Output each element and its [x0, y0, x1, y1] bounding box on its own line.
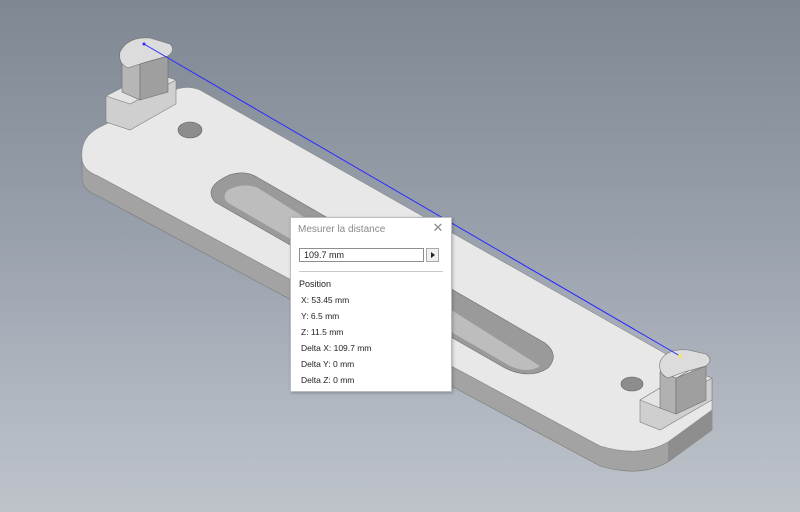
position-x: X: 53.45 mm: [301, 295, 350, 305]
part-clip-left-hook-front: [139, 55, 169, 101]
dialog-titlebar[interactable]: Mesurer la distance ✕: [291, 218, 451, 240]
distance-value-field[interactable]: 109.7 mm: [299, 248, 424, 262]
position-y: Y: 6.5 mm: [301, 311, 340, 321]
measure-point-end: [678, 354, 682, 358]
position-section-label: Position: [299, 279, 332, 289]
measure-point-start: [142, 42, 146, 46]
close-icon[interactable]: ✕: [432, 221, 444, 234]
part-hole-left: [177, 121, 203, 139]
dialog-title: Mesurer la distance: [298, 224, 386, 235]
delta-y: Delta Y: 0 mm: [301, 359, 355, 369]
triangle-right-icon: [431, 252, 435, 258]
delta-z: Delta Z: 0 mm: [301, 375, 355, 385]
dialog-divider: [299, 271, 443, 272]
position-values: X: 53.45 mm Y: 6.5 mm Z: 11.5 mm Delta X…: [301, 294, 371, 390]
measure-distance-dialog: Mesurer la distance ✕ 109.7 mm Position …: [290, 217, 452, 392]
delta-x: Delta X: 109.7 mm: [301, 343, 372, 353]
position-z: Z: 11.5 mm: [301, 327, 344, 337]
part-hole-right: [620, 376, 644, 392]
distance-options-button[interactable]: [426, 248, 439, 262]
